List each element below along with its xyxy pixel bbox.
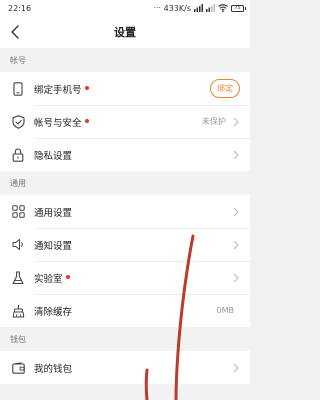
- wallet-icon: [10, 360, 26, 376]
- setting-label: 帐号与安全: [34, 117, 82, 129]
- back-button[interactable]: [6, 23, 24, 41]
- chevron-right-icon: [232, 240, 240, 250]
- speaker-icon: [10, 237, 26, 253]
- bind-phone-button[interactable]: 绑定: [210, 79, 240, 98]
- setting-row-lab[interactable]: 实验室: [0, 261, 250, 294]
- header-bar: 设置: [0, 16, 250, 48]
- setting-row-privacy[interactable]: 隐私设置: [0, 138, 250, 171]
- status-indicators: ··· 433K/s 75: [153, 3, 246, 13]
- network-speed: 433K/s: [163, 3, 191, 13]
- battery-icon: 75: [231, 4, 246, 12]
- status-time: 22:16: [8, 3, 32, 13]
- setting-label: 实验室: [34, 273, 63, 285]
- setting-label: 通知设置: [34, 240, 73, 252]
- wifi-icon: [218, 4, 228, 12]
- setting-row-general[interactable]: 通用设置: [0, 195, 250, 228]
- phone-icon: [10, 81, 26, 97]
- shield-icon: [10, 114, 26, 130]
- setting-label: 清除缓存: [34, 306, 73, 318]
- page-title: 设置: [114, 26, 136, 39]
- flask-icon: [10, 270, 26, 286]
- setting-value: 未保护: [202, 117, 226, 126]
- chevron-left-icon: [11, 25, 19, 39]
- setting-row-notifications[interactable]: 通知设置: [0, 228, 250, 261]
- chevron-right-icon: [232, 363, 240, 373]
- battery-level: 75: [234, 4, 241, 11]
- more-dots-icon: ···: [153, 4, 161, 12]
- chevron-right-icon: [232, 117, 240, 127]
- chevron-right-icon: [232, 273, 240, 283]
- lock-icon: [10, 147, 26, 163]
- setting-row-wallet[interactable]: 我的钱包: [0, 351, 250, 384]
- signal-icon-2: [206, 4, 215, 12]
- setting-label: 通用设置: [34, 207, 73, 219]
- section-header-general: 通用: [0, 171, 250, 195]
- broom-icon: [10, 303, 26, 319]
- setting-value: 0MB: [216, 306, 234, 315]
- setting-label: 绑定手机号: [34, 84, 82, 96]
- section-header-account: 帐号: [0, 48, 250, 72]
- setting-row-account-security[interactable]: 帐号与安全 未保护: [0, 105, 250, 138]
- setting-label: 我的钱包: [34, 363, 73, 375]
- section-header-wallet: 钱包: [0, 327, 250, 351]
- setting-label: 隐私设置: [34, 150, 73, 162]
- red-dot-badge: [84, 86, 89, 90]
- red-dot-badge: [65, 275, 70, 279]
- setting-row-bind-phone[interactable]: 绑定手机号 绑定: [0, 72, 250, 105]
- red-dot-badge: [84, 119, 89, 123]
- setting-row-clear-cache[interactable]: 清除缓存 0MB: [0, 294, 250, 327]
- chevron-right-icon: [232, 207, 240, 217]
- chevron-right-icon: [232, 150, 240, 160]
- signal-icon: [194, 4, 203, 12]
- status-bar: 22:16 ··· 433K/s 75: [0, 0, 250, 16]
- grid-icon: [10, 204, 26, 220]
